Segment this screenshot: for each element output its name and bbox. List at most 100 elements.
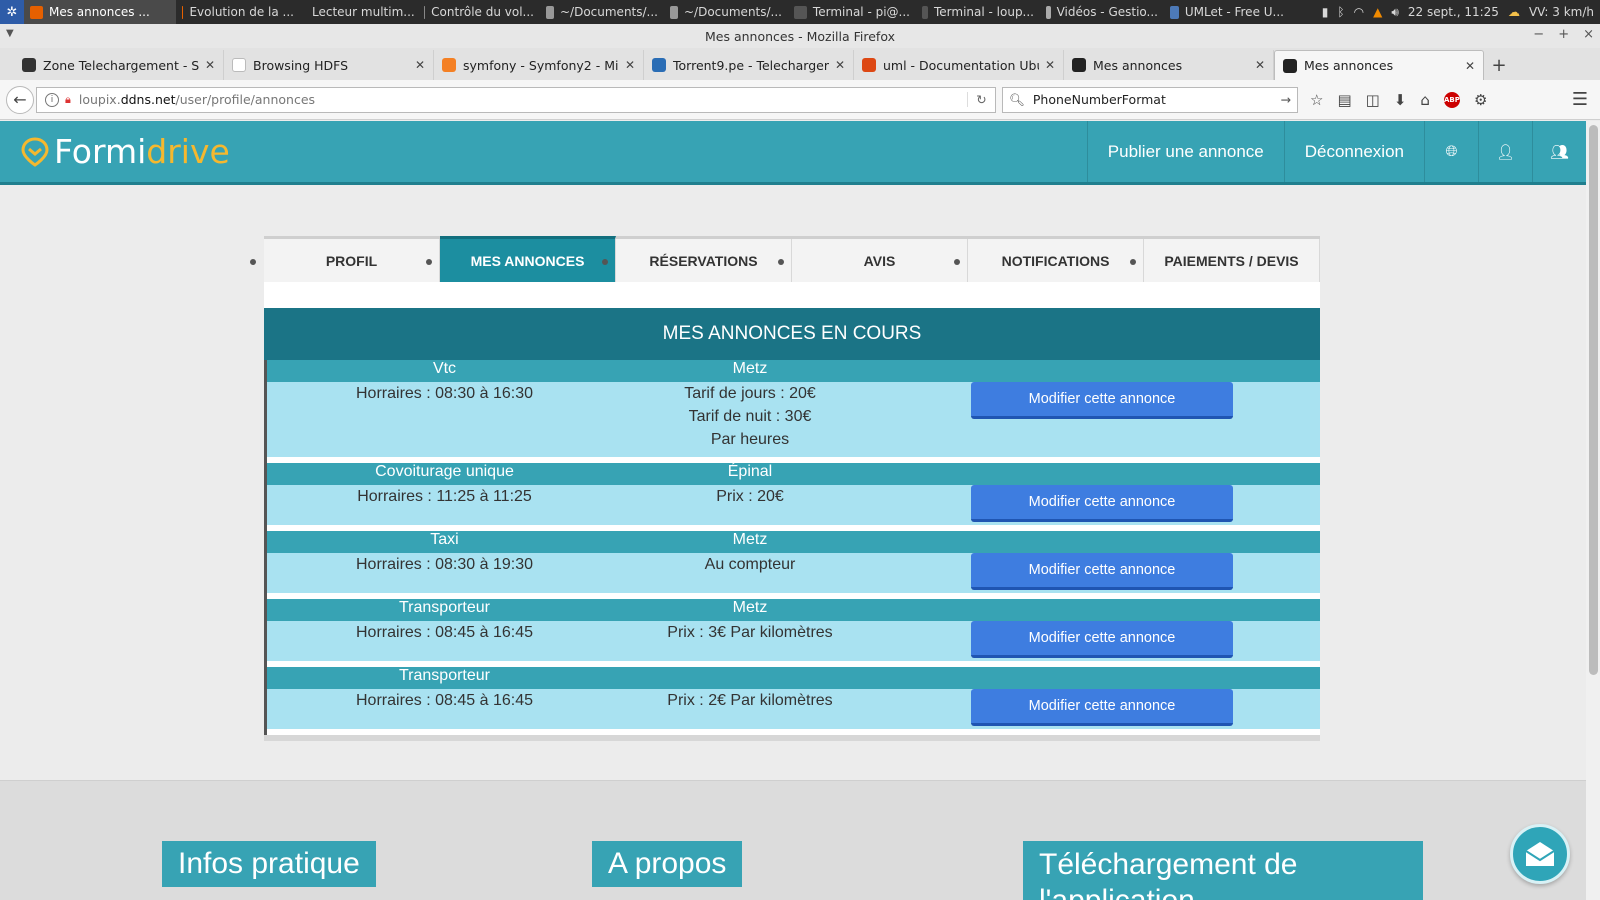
tab-bullet-icon [250, 259, 256, 265]
scrollbar-thumb[interactable] [1589, 125, 1598, 675]
browser-tab[interactable]: Zone Telechargement - Site ✕ [14, 50, 224, 80]
java-icon [1170, 5, 1179, 19]
edit-listing-button[interactable]: Modifier cette annonce [971, 382, 1233, 419]
globe-icon[interactable]: 🌐︎ [1424, 121, 1478, 182]
new-tab-button[interactable]: + [1484, 50, 1514, 80]
taskbar-task[interactable]: Lecteur multim... [300, 0, 418, 24]
close-tab-icon[interactable]: ✕ [205, 58, 215, 72]
listing-city: Metz [732, 531, 768, 548]
weather-text[interactable]: VV: 3 km/h [1529, 5, 1594, 19]
profile-tab[interactable]: RÉSERVATIONS [602, 239, 792, 282]
close-tab-icon[interactable]: ✕ [835, 58, 845, 72]
app-menu-button[interactable]: ✲ [0, 0, 24, 24]
taskbar-task[interactable]: Contrôle du vol... [418, 0, 540, 24]
taskbar-task[interactable]: Terminal - pi@... [788, 0, 916, 24]
user-icon[interactable]: 👤︎ [1478, 121, 1532, 182]
weather-icon[interactable]: ☁ [1508, 5, 1520, 19]
bookmark-star-icon[interactable]: ☆ [1310, 91, 1323, 109]
volume-icon[interactable]: 🔊︎ [1391, 5, 1399, 20]
chat-button[interactable] [1510, 824, 1570, 884]
search-box[interactable]: 🔍︎ PhoneNumberFormat → [1002, 86, 1298, 113]
window-menu-icon[interactable]: ▼ [6, 28, 14, 39]
taskbar-task-label: Vidéos - Gestio... [1056, 5, 1158, 19]
search-value[interactable]: PhoneNumberFormat [1033, 92, 1166, 107]
profile-tab-label: MES ANNONCES [470, 252, 585, 269]
browser-tab[interactable]: symfony - Symfony2 - Miscl ✕ [434, 50, 644, 80]
extension-icon[interactable]: ⚙ [1474, 91, 1487, 109]
listing-price-line: Par heures [710, 431, 790, 448]
pocket-icon[interactable]: ◫ [1366, 91, 1380, 109]
home-icon[interactable]: ⌂ [1420, 91, 1430, 109]
footer-about-heading: A propos [592, 841, 743, 887]
taskbar-task[interactable]: Terminal - loup... [916, 0, 1040, 24]
profile-tab[interactable]: PROFIL [250, 239, 440, 282]
taskbar-task[interactable]: UMLet - Free U... [1164, 0, 1290, 24]
folder-icon [546, 5, 554, 19]
listing-prices: Prix : 20€ [622, 485, 878, 525]
taskbar-task[interactable]: Evolution de la ... [176, 0, 300, 24]
hamburger-menu-icon[interactable]: ☰ [1572, 89, 1588, 110]
clock[interactable]: 22 sept., 11:25 [1408, 5, 1499, 19]
profile-tab[interactable]: MES ANNONCES [426, 236, 616, 282]
edit-listing-button[interactable]: Modifier cette annonce [971, 485, 1233, 522]
ubuntu-icon [862, 58, 876, 72]
taskbar-task[interactable]: ~/Documents/... [540, 0, 664, 24]
listing-price-line: Tarif de jours : 20€ [684, 385, 816, 402]
listing-details: Horraires : 11:25 à 11:25 Prix : 20€ Modif… [267, 485, 1320, 525]
url-text[interactable]: loupix.ddns.net/user/profile/annonces [79, 92, 967, 107]
reload-icon[interactable]: ↻ [967, 92, 995, 107]
downloads-icon[interactable]: ⬇ [1394, 91, 1407, 109]
edit-listing-button[interactable]: Modifier cette annonce [971, 553, 1233, 590]
terminal-icon [794, 5, 807, 19]
battery-icon[interactable]: ▮ [1322, 5, 1329, 19]
listing-type: Transporteur [399, 667, 490, 684]
taskbar-task[interactable]: Mes annonces ... [24, 0, 176, 24]
edit-listing-button[interactable]: Modifier cette annonce [971, 689, 1233, 726]
close-tab-icon[interactable]: ✕ [1045, 58, 1055, 72]
wifi-icon[interactable]: ◠ [1354, 5, 1364, 19]
taskbar-task[interactable]: ~/Documents/... [664, 0, 788, 24]
formidrive-logo[interactable]: Formi drive [20, 132, 230, 171]
minimize-button[interactable]: − [1533, 27, 1544, 42]
firefox-icon [30, 5, 43, 19]
browser-toolbar: ← i 🔒︎ loupix.ddns.net/user/profile/anno… [0, 80, 1600, 120]
zt-icon [22, 58, 36, 72]
logout-link[interactable]: Déconnexion [1283, 121, 1424, 182]
close-tab-icon[interactable]: ✕ [625, 58, 635, 72]
listing-prices: Prix : 2€ Par kilomètres [622, 689, 878, 729]
profile-tab[interactable]: AVIS [778, 239, 968, 282]
browser-tab-title: symfony - Symfony2 - Miscl [463, 57, 619, 73]
insecure-lock-icon[interactable]: 🔒︎ [65, 93, 71, 107]
page-scrollbar[interactable] [1586, 121, 1600, 900]
back-button[interactable]: ← [6, 85, 34, 114]
listing-price-line: Au compteur [704, 556, 796, 573]
search-go-icon[interactable]: → [1281, 92, 1291, 107]
browser-tab[interactable]: Torrent9.pe - Telechargeme ✕ [644, 50, 854, 80]
maximize-button[interactable]: + [1558, 27, 1569, 42]
logo-text: Formi [54, 132, 147, 171]
browser-tab[interactable]: Browsing HDFS ✕ [224, 50, 434, 80]
adblock-icon[interactable]: ABP [1443, 91, 1460, 108]
site-info-icon[interactable]: i [45, 92, 59, 107]
taskbar-task[interactable]: Vidéos - Gestio... [1040, 0, 1164, 24]
address-bar[interactable]: i 🔒︎ loupix.ddns.net/user/profile/annonc… [36, 86, 996, 113]
profile-tab[interactable]: NOTIFICATIONS [954, 239, 1144, 282]
close-window-button[interactable]: × [1583, 27, 1594, 42]
edit-listing-button[interactable]: Modifier cette annonce [971, 621, 1233, 658]
listing-prices: Prix : 3€ Par kilomètres [622, 621, 878, 661]
vlc-tray-icon[interactable]: ▲ [1373, 5, 1382, 19]
close-tab-icon[interactable]: ✕ [415, 58, 425, 72]
users-group-icon[interactable]: 👥︎ [1532, 121, 1586, 182]
bluetooth-icon[interactable]: ᛒ [1337, 5, 1344, 19]
browser-tab[interactable]: Mes annonces ✕ [1274, 50, 1484, 80]
close-tab-icon[interactable]: ✕ [1465, 59, 1475, 73]
profile-tab[interactable]: PAIEMENTS / DEVIS [1130, 239, 1320, 282]
publish-ad-link[interactable]: Publier une annonce [1086, 121, 1284, 182]
bookmarks-menu-icon[interactable]: ▤ [1337, 91, 1351, 109]
close-tab-icon[interactable]: ✕ [1255, 58, 1265, 72]
listing-hours: Horraires : 08:45 à 16:45 [356, 624, 533, 641]
logo-pin-icon [21, 136, 49, 167]
browser-tab[interactable]: Mes annonces ✕ [1064, 50, 1274, 80]
browser-tab[interactable]: uml - Documentation Ubunt ✕ [854, 50, 1064, 80]
tab-bullet-icon [426, 259, 432, 265]
